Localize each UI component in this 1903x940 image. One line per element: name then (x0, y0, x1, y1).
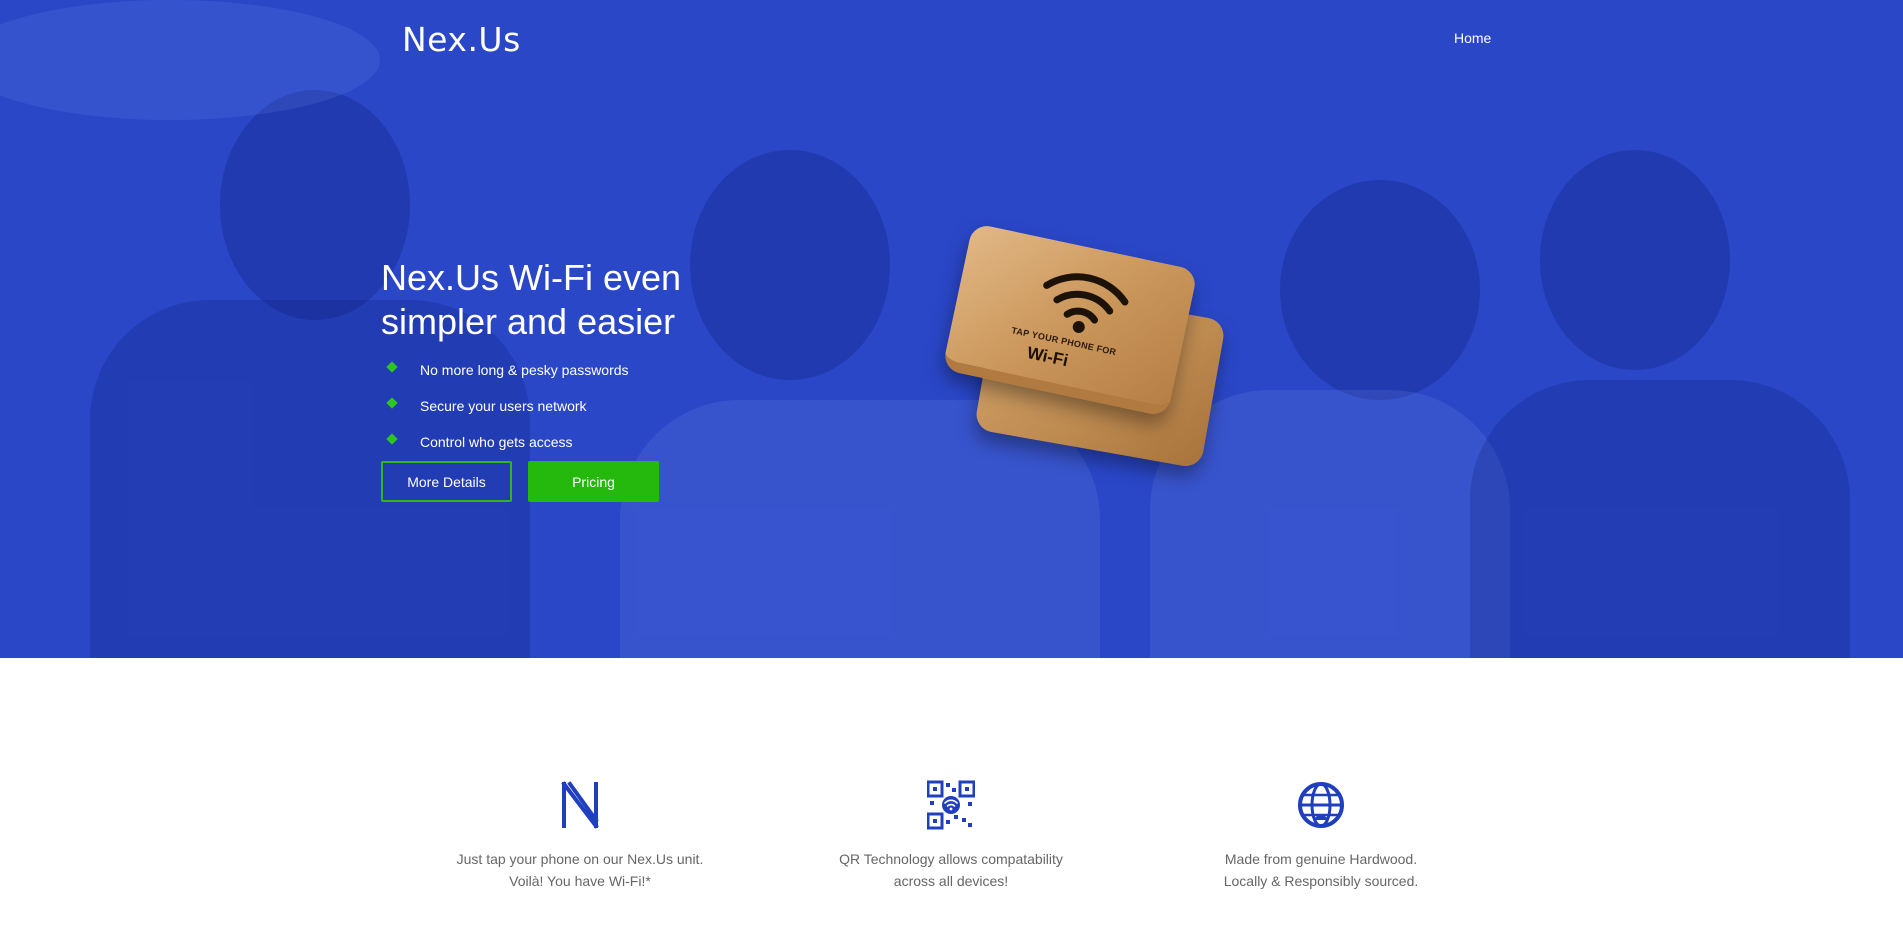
product-image: TAP YOUR PHONE FOR Wi-Fi (940, 222, 1227, 470)
feature-qr-line1: QR Technology allows compatability (839, 851, 1063, 867)
product-wifi-text: Wi-Fi (1025, 343, 1070, 371)
hero-feature-item: Secure your users network (386, 388, 629, 424)
hero-section: Nex.Us Home Nex.Us Wi-Fi even simpler an… (0, 0, 1903, 658)
hero-headline: Nex.Us Wi-Fi even simpler and easier (381, 257, 682, 342)
feature-hardwood-line2: Locally & Responsibly sourced. (1223, 873, 1419, 889)
hero-feature-list: No more long & pesky passwords Secure yo… (386, 352, 629, 460)
hero-feature-item: No more long & pesky passwords (386, 352, 629, 388)
background-person-4 (1540, 150, 1730, 370)
diamond-bullet-icon (386, 397, 398, 409)
hero-feature-text: No more long & pesky passwords (420, 362, 629, 378)
nexus-n-icon (561, 781, 599, 829)
feature-hardwood-line1: Made from genuine Hardwood. (1224, 851, 1418, 867)
wifi-icon (1043, 273, 1129, 333)
nav-home-link[interactable]: Home (1454, 30, 1491, 46)
hero-feature-text: Control who gets access (420, 434, 573, 450)
more-details-button[interactable]: More Details (381, 461, 512, 502)
hero-feature-text: Secure your users network (420, 398, 587, 414)
brand-logo[interactable]: Nex.Us (402, 20, 521, 59)
feature-qr-line2: across all devices! (893, 873, 1009, 889)
feature-tap: Just tap your phone on our Nex.Us unit. … (430, 780, 730, 892)
diamond-bullet-icon (386, 433, 398, 445)
feature-hardwood: Made from genuine Hardwood. Locally & Re… (1171, 780, 1471, 892)
qr-code-icon (927, 780, 975, 830)
background-body-4 (1470, 380, 1850, 658)
feature-tap-line2: Voilà! You have Wi-Fi!* (509, 873, 651, 889)
pricing-button[interactable]: Pricing (528, 461, 659, 502)
diamond-bullet-icon (386, 361, 398, 373)
feature-tap-line1: Just tap your phone on our Nex.Us unit. (456, 851, 704, 867)
hero-feature-item: Control who gets access (386, 424, 629, 460)
feature-qr: QR Technology allows compatability acros… (801, 780, 1101, 892)
globe-icon (1298, 782, 1344, 828)
background-person-3 (1280, 180, 1480, 400)
